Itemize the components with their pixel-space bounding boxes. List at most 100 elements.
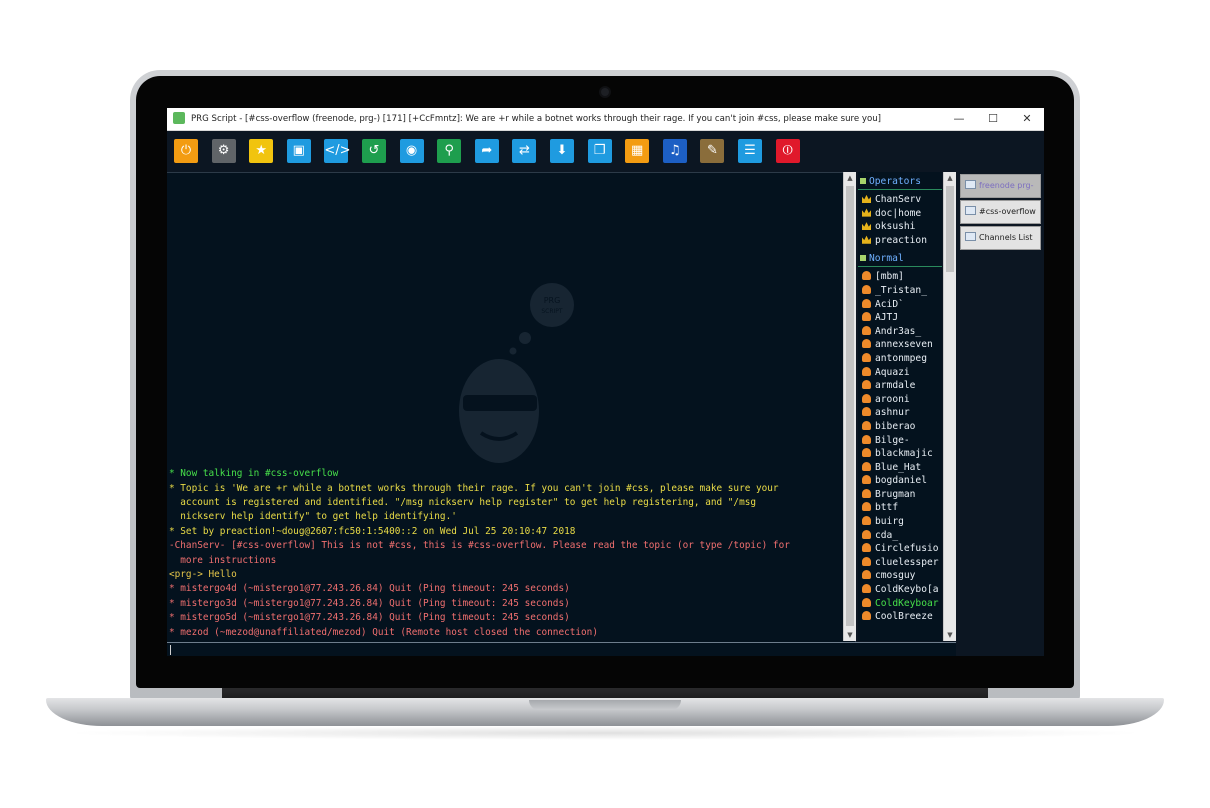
- chat-line: * Topic is 'We are +r while a botnet wor…: [169, 482, 779, 494]
- chat-window[interactable]: PRG SCRIPT * Now talking in #css-overflo…: [167, 172, 856, 642]
- tab-label: freenode prg-: [979, 181, 1034, 190]
- history-icon[interactable]: ↺: [362, 139, 386, 163]
- user-icon: [862, 339, 871, 349]
- list-icon[interactable]: ☰: [738, 139, 762, 163]
- scroll-down-icon[interactable]: ▼: [844, 629, 856, 641]
- user-icon: [862, 434, 871, 444]
- nick-list: Operators ChanServ doc|home oksushi preacti…: [858, 172, 942, 641]
- edit-icon[interactable]: ✎: [700, 139, 725, 163]
- scroll-down-icon[interactable]: ▼: [944, 629, 956, 641]
- download-icon[interactable]: ⬇: [550, 139, 574, 163]
- share-icon[interactable]: ➦: [474, 139, 499, 163]
- user-icon: [862, 611, 871, 621]
- tab-css-overflow[interactable]: #css-overflow: [960, 200, 1041, 224]
- nick-item[interactable]: arooni: [858, 393, 942, 407]
- crown-icon: [862, 208, 871, 217]
- nick-name: ColdKeyboar: [875, 597, 939, 609]
- crown-icon: [862, 194, 871, 203]
- transfer-icon[interactable]: ⇄: [512, 139, 537, 163]
- crown-icon: [862, 235, 871, 244]
- nick-item[interactable]: ColdKeybo[a: [858, 583, 942, 597]
- nick-item[interactable]: AJTJ: [858, 311, 942, 325]
- nick-item[interactable]: _Tristan_: [858, 284, 942, 298]
- search-icon[interactable]: ⚲: [437, 139, 462, 163]
- nick-item[interactable]: buirg: [858, 515, 942, 529]
- prg-script-watermark: PRG SCRIPT: [459, 283, 574, 463]
- nick-item[interactable]: Circlefusio: [858, 542, 942, 556]
- nick-item[interactable]: Bilge-: [858, 434, 942, 448]
- power-icon[interactable]: ⏻: [174, 139, 198, 163]
- music-icon[interactable]: ♫: [662, 139, 687, 163]
- nick-name: AciD`: [875, 298, 904, 310]
- eye-icon[interactable]: ◉: [399, 139, 424, 163]
- nick-item[interactable]: biberao: [858, 420, 942, 434]
- nick-scroll-thumb[interactable]: [946, 186, 954, 272]
- user-icon: [862, 475, 871, 485]
- user-icon: [862, 556, 871, 566]
- nick-item[interactable]: [mbm]: [858, 270, 942, 284]
- user-icon: [862, 597, 871, 607]
- nick-item[interactable]: cmosguy: [858, 569, 942, 583]
- copy-icon[interactable]: ❐: [587, 139, 612, 163]
- code-icon[interactable]: </>: [324, 139, 351, 163]
- nick-name: _Tristan_: [875, 284, 927, 296]
- minimize-button[interactable]: —: [942, 108, 976, 130]
- user-icon: [862, 448, 871, 458]
- nick-item[interactable]: ChanServ: [858, 193, 942, 207]
- nick-item[interactable]: blackmajic: [858, 447, 942, 461]
- nick-item[interactable]: ashnur: [858, 406, 942, 420]
- user-icon: [862, 271, 871, 281]
- tab-channels-list[interactable]: Channels List: [960, 226, 1041, 250]
- chat-line: * mistergo3d (~mistergo1@77.243.26.84) Q…: [169, 597, 570, 609]
- user-icon: [862, 543, 871, 553]
- window-title: PRG Script - [#css-overflow (freenode, p…: [191, 114, 882, 124]
- nick-item[interactable]: Andr3as_: [858, 325, 942, 339]
- nick-item[interactable]: oksushi: [858, 220, 942, 234]
- window-icon: [965, 232, 976, 241]
- nick-item[interactable]: cda_: [858, 529, 942, 543]
- nick-item[interactable]: Aquazi: [858, 366, 942, 380]
- nick-item[interactable]: Brugman: [858, 488, 942, 502]
- window-icon: [965, 180, 976, 189]
- scroll-up-icon[interactable]: ▲: [844, 172, 856, 184]
- user-icon: [862, 284, 871, 294]
- scroll-up-icon[interactable]: ▲: [944, 172, 956, 184]
- maximize-button[interactable]: ☐: [976, 108, 1010, 130]
- chat-scroll-thumb[interactable]: [846, 186, 854, 626]
- group-header-normal: Normal: [858, 251, 942, 268]
- nick-item[interactable]: bttf: [858, 501, 942, 515]
- chat-scrollbar[interactable]: ▲ ▼: [843, 172, 856, 641]
- nick-item[interactable]: armdale: [858, 379, 942, 393]
- shutdown-icon[interactable]: ⏼: [775, 139, 800, 163]
- nick-name: ColdKeybo[a: [875, 584, 939, 596]
- nick-name: Circlefusio: [875, 543, 939, 555]
- nick-name: arooni: [875, 393, 910, 405]
- webcam-icon: [601, 88, 609, 96]
- nick-name: Andr3as_: [875, 325, 922, 337]
- nick-list-scrollbar[interactable]: ▲ ▼: [943, 172, 956, 641]
- nick-item[interactable]: cluelessper: [858, 556, 942, 570]
- message-input[interactable]: [167, 642, 956, 656]
- chat-messages: * Now talking in #css-overflow * Topic is…: [169, 467, 845, 640]
- nick-item[interactable]: bogdaniel: [858, 474, 942, 488]
- window-icon[interactable]: ▣: [286, 139, 311, 163]
- nick-item[interactable]: ColdKeyboar: [858, 597, 942, 611]
- star-icon[interactable]: ★: [249, 139, 274, 163]
- nick-name: buirg: [875, 516, 904, 528]
- chat-line: <prg-> Hello: [169, 568, 237, 580]
- user-icon: [862, 502, 871, 512]
- nick-item[interactable]: doc|home: [858, 207, 942, 221]
- nick-item[interactable]: CoolBreeze: [858, 610, 942, 624]
- nick-item[interactable]: annexseven: [858, 338, 942, 352]
- group-icon: [860, 178, 866, 184]
- chat-line: * mezod (~mezod@unaffiliated/mezod) Quit…: [169, 626, 598, 638]
- close-button[interactable]: ✕: [1010, 108, 1044, 130]
- nick-item[interactable]: preaction: [858, 234, 942, 248]
- gear-icon[interactable]: ⚙: [211, 139, 236, 163]
- nick-item[interactable]: antonmpeg: [858, 352, 942, 366]
- window-tabs: freenode prg- #css-overflow Channels List: [958, 172, 1044, 656]
- grid-icon[interactable]: ▦: [625, 139, 650, 163]
- tab-freenode-prg[interactable]: freenode prg-: [960, 174, 1041, 198]
- nick-item[interactable]: AciD`: [858, 298, 942, 312]
- nick-item[interactable]: Blue_Hat: [858, 461, 942, 475]
